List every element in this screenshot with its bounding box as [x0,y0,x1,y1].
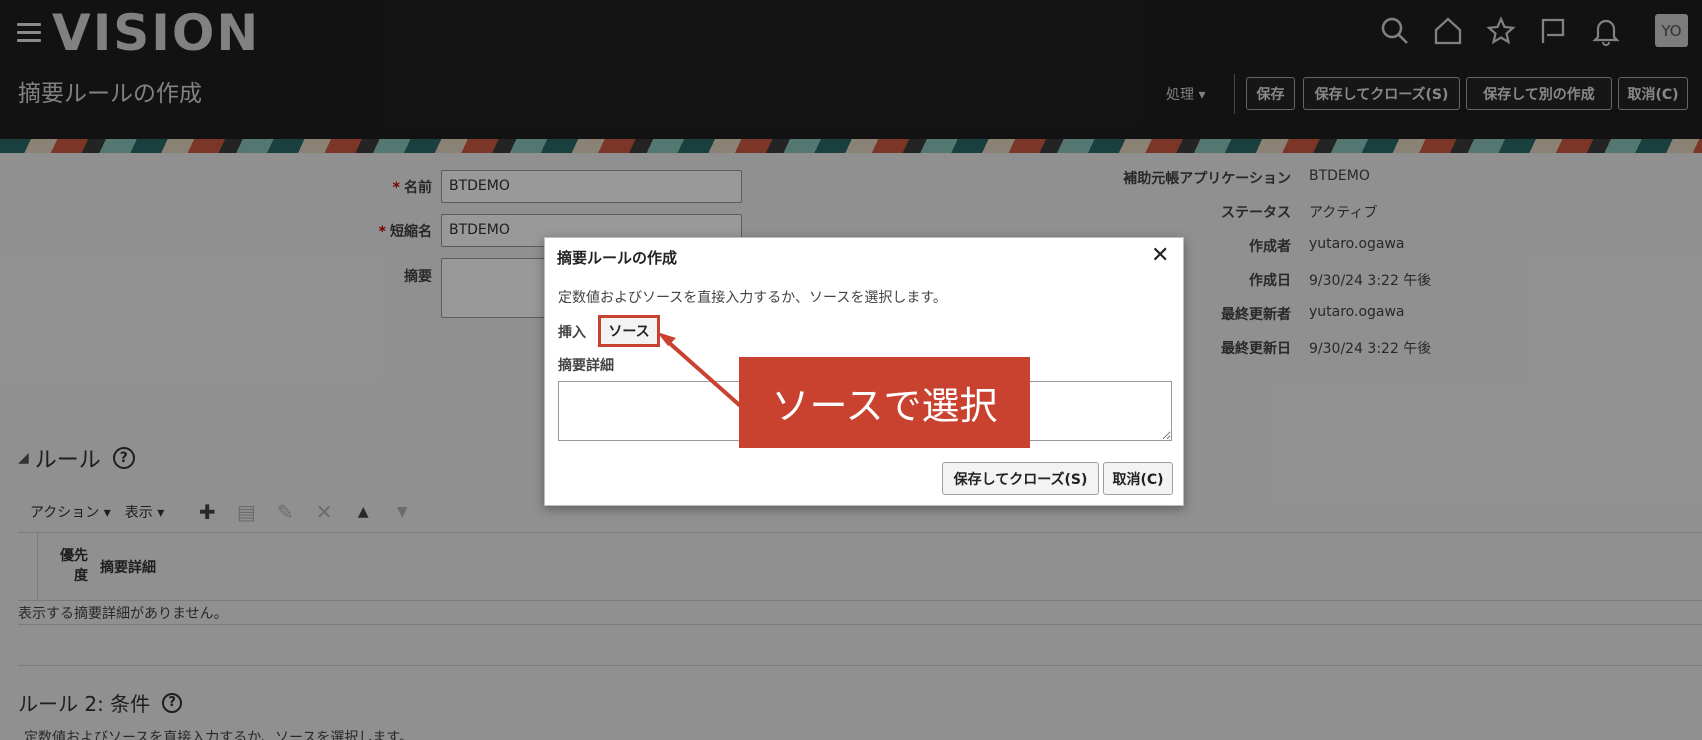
source-button[interactable]: ソース [598,315,660,347]
close-icon[interactable]: ✕ [1151,243,1169,268]
dialog-title: 摘要ルールの作成 [557,249,678,267]
dialog-save-close-button[interactable]: 保存してクローズ(S) [942,462,1099,495]
callout-annotation: ソースで選択 [739,357,1030,448]
dialog-cancel-button[interactable]: 取消(C) [1103,462,1173,495]
summary-detail-label: 摘要詳細 [558,358,614,374]
dialog-instruction: 定数値およびソースを直接入力するか、ソースを選択します。 [558,290,947,306]
insert-label: 挿入 [558,325,586,341]
